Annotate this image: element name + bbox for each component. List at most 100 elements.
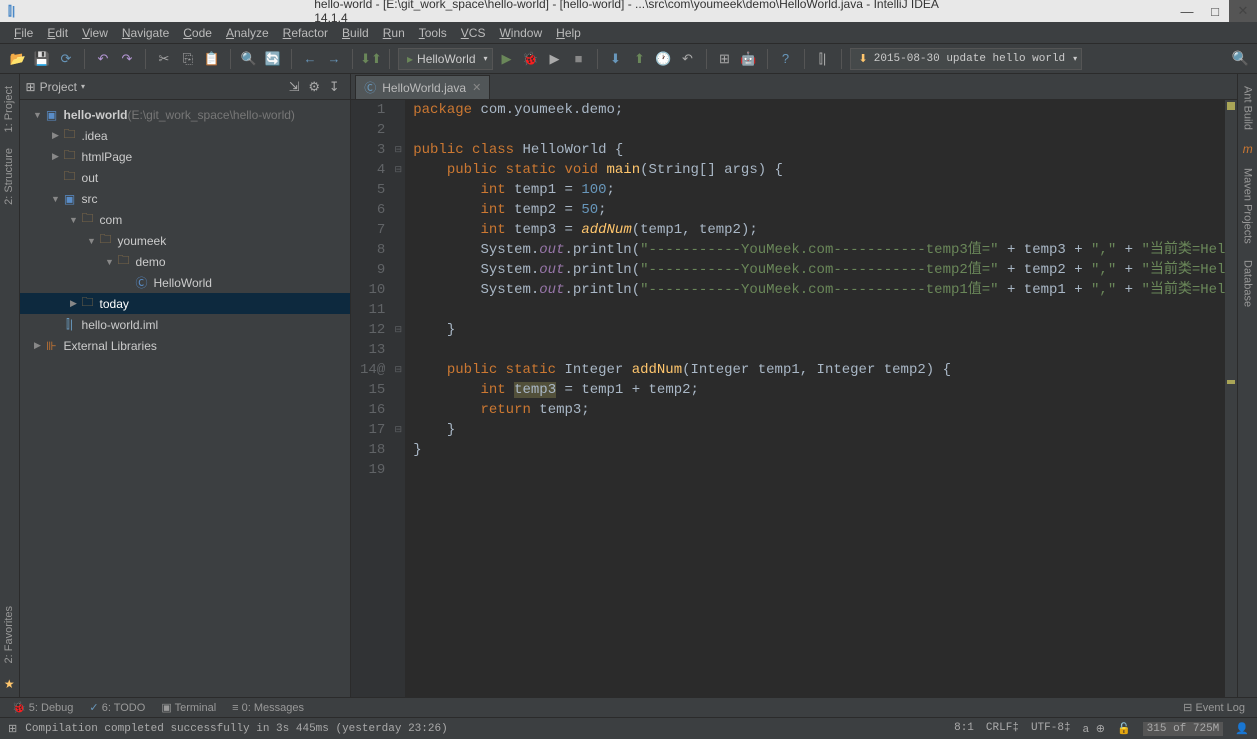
idea-icon[interactable]: ⫿| [813, 49, 833, 69]
tool-structure[interactable]: 2: Structure [1, 140, 17, 213]
vcs-branch-label: 2015-08-30 update hello world [874, 53, 1065, 65]
make-icon[interactable]: ⬇⬆ [361, 49, 381, 69]
coverage-icon[interactable]: ▶ [545, 49, 565, 69]
stop-icon[interactable]: ■ [569, 49, 589, 69]
tree-node-hello-world-iml[interactable]: ⫿|hello-world.iml [20, 314, 351, 335]
menu-edit[interactable]: Edit [41, 24, 74, 42]
menu-tools[interactable]: Tools [413, 24, 453, 42]
redo-icon[interactable]: ↷ [117, 49, 137, 69]
tree-node-helloworld[interactable]: ⒸHelloWorld [20, 272, 351, 293]
lock-icon[interactable]: 🔓 [1117, 722, 1131, 736]
encoding[interactable]: UTF-8‡ [1031, 722, 1071, 736]
editor-tab-label: HelloWorld.java [382, 81, 466, 95]
menu-view[interactable]: View [76, 24, 114, 42]
hide-icon[interactable]: ↧ [324, 77, 344, 97]
collapse-icon[interactable]: ⇲ [284, 77, 304, 97]
replace-icon[interactable]: 🔄 [263, 49, 283, 69]
tree-node-hello-world[interactable]: ▼▣hello-world (E:\git_work_space\hello-w… [20, 104, 351, 125]
menu-code[interactable]: Code [177, 24, 218, 42]
bottom-tool-bar: 🐞 5: Debug ✓ 6: TODO ▣ Terminal ≡ 0: Mes… [0, 697, 1257, 717]
tool-maven[interactable]: Maven Projects [1240, 160, 1256, 252]
paste-icon[interactable]: 📋 [202, 49, 222, 69]
close-button[interactable]: ✕ [1229, 0, 1257, 22]
folder-icon: 🗀 [98, 230, 114, 251]
editor-body[interactable]: 1234567891011121314@1516171819 ⊟⊟⊟⊟⊟ pac… [351, 100, 1237, 697]
vcs-history-icon[interactable]: 🕐 [654, 49, 674, 69]
menubar: FileEditViewNavigateCodeAnalyzeRefactorB… [0, 22, 1257, 44]
run-config-selector[interactable]: ▸ HelloWorld [398, 48, 493, 70]
vcs-commit-icon[interactable]: ⬆ [630, 49, 650, 69]
folder-icon: 🗀 [62, 167, 78, 188]
tool-messages[interactable]: ≡ 0: Messages [232, 702, 304, 714]
vcs-update-icon[interactable]: ⬇ [606, 49, 626, 69]
git-indicator[interactable]: a ⊕ [1083, 722, 1105, 736]
toggle-tools-icon[interactable]: ⊞ [8, 722, 17, 736]
sync-icon[interactable]: ⟳ [56, 49, 76, 69]
forward-icon[interactable]: → [324, 49, 344, 69]
fold-gutter[interactable]: ⊟⊟⊟⊟⊟ [391, 100, 405, 697]
main-toolbar: 📂 💾 ⟳ ↶ ↷ ✂ ⎘ 📋 🔍 🔄 ← → ⬇⬆ ▸ HelloWorld … [0, 44, 1257, 74]
find-icon[interactable]: 🔍 [239, 49, 259, 69]
caret-position[interactable]: 8:1 [954, 722, 974, 736]
tool-project[interactable]: 1: Project [1, 78, 17, 140]
line-separator[interactable]: CRLF‡ [986, 722, 1019, 736]
tool-ant[interactable]: Ant Build [1240, 78, 1256, 138]
tree-node-com[interactable]: ▼🗀com [20, 209, 351, 230]
menu-navigate[interactable]: Navigate [116, 24, 175, 42]
run-config-label: HelloWorld [417, 52, 475, 66]
tree-node-out[interactable]: 🗀out [20, 167, 351, 188]
memory-indicator[interactable]: 315 of 725M [1143, 722, 1224, 736]
vcs-revert-icon[interactable]: ↶ [678, 49, 698, 69]
menu-help[interactable]: Help [550, 24, 587, 42]
run-icon[interactable]: ▶ [497, 49, 517, 69]
structure-icon[interactable]: ⊞ [715, 49, 735, 69]
help-icon[interactable]: ? [776, 49, 796, 69]
editor-area: Ⓒ HelloWorld.java ✕ 1234567891011121314@… [351, 74, 1237, 697]
tree-node-external-libraries[interactable]: ▶⊪External Libraries [20, 335, 351, 356]
menu-build[interactable]: Build [336, 24, 375, 42]
hector-icon[interactable]: 👤 [1235, 722, 1249, 736]
menu-run[interactable]: Run [377, 24, 411, 42]
tool-todo[interactable]: ✓ 6: TODO [89, 701, 145, 714]
debug-icon[interactable]: 🐞 [521, 49, 541, 69]
menu-refactor[interactable]: Refactor [277, 24, 334, 42]
tree-node-youmeek[interactable]: ▼🗀youmeek [20, 230, 351, 251]
folder-blue-icon: ▣ [44, 108, 60, 122]
tree-node-demo[interactable]: ▼🗀demo [20, 251, 351, 272]
save-all-icon[interactable]: 💾 [32, 49, 52, 69]
minimize-button[interactable]: — [1173, 0, 1201, 22]
editor-tab-helloworld[interactable]: Ⓒ HelloWorld.java ✕ [355, 75, 490, 99]
tool-debug[interactable]: 🐞 5: Debug [12, 701, 73, 714]
close-tab-icon[interactable]: ✕ [472, 81, 481, 94]
tool-terminal[interactable]: ▣ Terminal [161, 701, 216, 714]
tree-node-today[interactable]: ▶🗀today [20, 293, 351, 314]
menu-window[interactable]: Window [493, 24, 548, 42]
vcs-branch-selector[interactable]: ⬇ 2015-08-30 update hello world [850, 48, 1083, 70]
menu-file[interactable]: File [8, 24, 39, 42]
copy-icon[interactable]: ⎘ [178, 49, 198, 69]
code-content[interactable]: package com.youmeek.demo;public class He… [405, 100, 1225, 697]
folder-icon: 🗀 [80, 293, 96, 314]
menu-vcs[interactable]: VCS [455, 24, 492, 42]
lib-icon: ⊪ [44, 339, 60, 353]
app-icon: ⫿| [8, 4, 15, 19]
maximize-button[interactable]: □ [1201, 0, 1229, 22]
tree-node-htmlpage[interactable]: ▶🗀htmlPage [20, 146, 351, 167]
menu-analyze[interactable]: Analyze [220, 24, 275, 42]
window-title: hello-world - [E:\git_work_space\hello-w… [314, 0, 943, 25]
status-message: Compilation completed successfully in 3s… [25, 723, 447, 735]
settings-icon[interactable]: ⚙ [304, 77, 324, 97]
project-tree[interactable]: ▼▣hello-world (E:\git_work_space\hello-w… [20, 100, 351, 697]
cut-icon[interactable]: ✂ [154, 49, 174, 69]
back-icon[interactable]: ← [300, 49, 320, 69]
file-icon: ⫿| [62, 317, 78, 332]
search-everywhere-icon[interactable]: 🔍 [1232, 50, 1249, 67]
tree-node--idea[interactable]: ▶🗀.idea [20, 125, 351, 146]
tree-node-src[interactable]: ▼▣src [20, 188, 351, 209]
android-icon[interactable]: 🤖 [739, 49, 759, 69]
tool-eventlog[interactable]: ⊟ Event Log [1183, 701, 1245, 714]
open-icon[interactable]: 📂 [8, 49, 28, 69]
undo-icon[interactable]: ↶ [93, 49, 113, 69]
tool-database[interactable]: Database [1240, 252, 1256, 315]
tool-favorites[interactable]: 2: Favorites [1, 598, 17, 671]
